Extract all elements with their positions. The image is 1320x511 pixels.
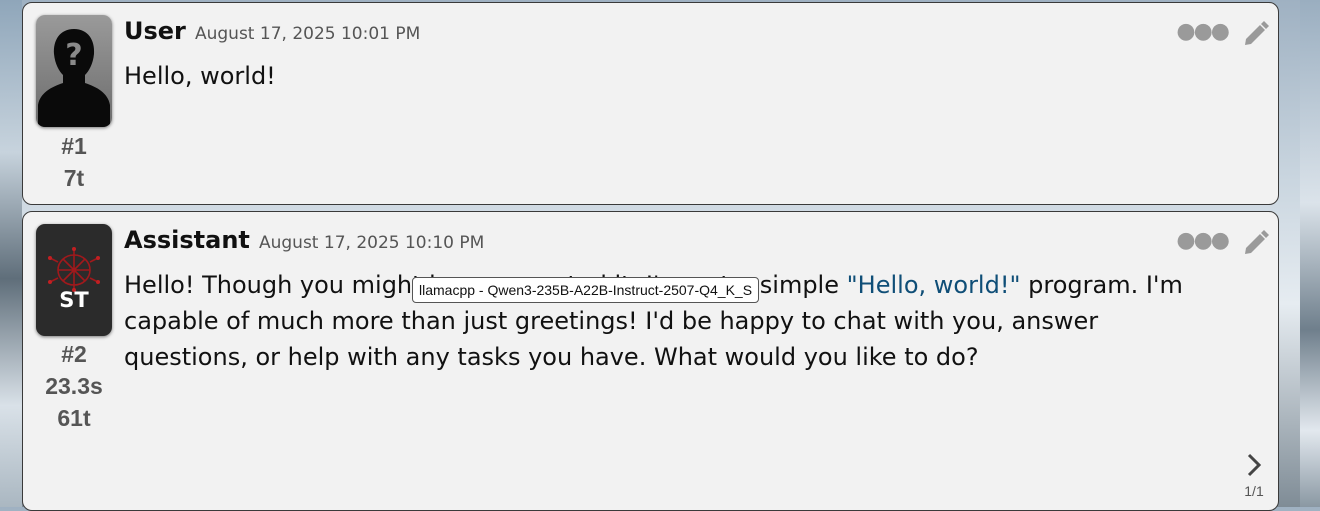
assistant-avatar[interactable]: ST — [36, 224, 112, 336]
message-actions: ●●● — [1176, 226, 1270, 256]
message-actions: ●●● — [1176, 17, 1270, 47]
message-header: Assistant August 17, 2025 10:10 PM — [124, 226, 484, 254]
token-count: 61t — [57, 405, 91, 431]
svg-text:?: ? — [65, 38, 82, 73]
pencil-edit-icon[interactable] — [1240, 226, 1270, 256]
quoted-text: "Hello, world!" — [846, 271, 1021, 299]
user-silhouette-question-icon: ? — [38, 29, 110, 127]
message-index: #1 — [61, 133, 87, 159]
message-stats: #1 7t — [23, 130, 125, 194]
message-text: Hello, world! — [124, 62, 276, 90]
sender-name: Assistant — [124, 226, 250, 254]
model-tooltip: llamacpp - Qwen3-235B-A22B-Instruct-2507… — [412, 277, 760, 303]
avatar-label: ST — [59, 288, 89, 312]
message-index: #2 — [61, 341, 87, 367]
message-timestamp: August 17, 2025 10:01 PM — [194, 24, 421, 44]
message-stats: #2 23.3s 61t — [23, 338, 125, 434]
chat-message-assistant: ST #2 23.3s 61t Assistant August 17, 202… — [22, 211, 1279, 511]
swipe-counter: 1/1 — [1244, 483, 1264, 499]
user-avatar[interactable]: ? — [36, 15, 112, 127]
swipe-controls: 1/1 — [1244, 452, 1264, 499]
token-count: 7t — [63, 165, 85, 191]
sillytavern-brain-logo-icon: ST — [48, 247, 100, 312]
background-left — [0, 0, 22, 507]
sender-name: User — [124, 17, 186, 45]
background-right — [1300, 0, 1320, 507]
more-dots-icon[interactable]: ●●● — [1176, 21, 1230, 43]
more-dots-icon[interactable]: ●●● — [1176, 230, 1230, 252]
message-text-part: Hello! Though you migh — [124, 271, 413, 299]
chat-message-user: ? #1 7t User August 17, 2025 10:01 PM ●●… — [22, 2, 1279, 205]
pencil-edit-icon[interactable] — [1240, 17, 1270, 47]
chevron-right-icon[interactable] — [1244, 452, 1264, 478]
message-header: User August 17, 2025 10:01 PM — [124, 17, 420, 45]
message-timestamp: August 17, 2025 10:10 PM — [258, 233, 485, 253]
generation-time: 23.3s — [45, 373, 103, 399]
